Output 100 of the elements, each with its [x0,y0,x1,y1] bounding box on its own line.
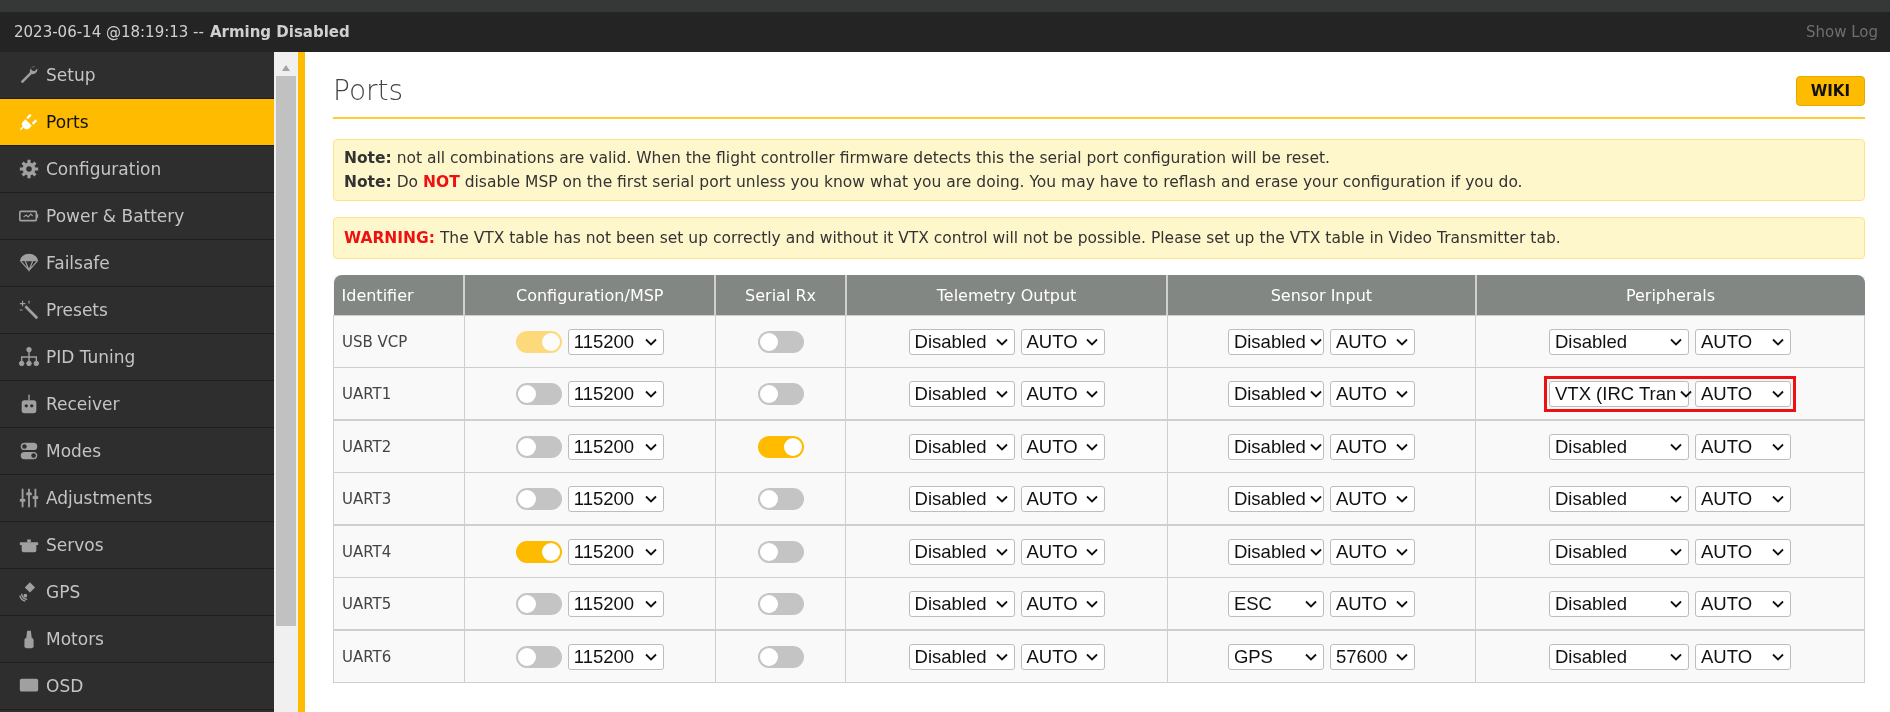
toggle-switch[interactable] [757,540,804,563]
dropdown[interactable]: AUTO [1020,643,1105,670]
toggle-switch[interactable] [515,382,562,405]
caret-icon [644,389,657,398]
dropdown[interactable]: AUTO [1020,538,1105,565]
toggle-switch[interactable] [757,435,804,458]
dropdown[interactable]: Disabled [908,485,1015,512]
scroll-up-arrow-icon[interactable] [281,64,291,72]
column-header: Serial Rx [715,275,846,316]
toggle-switch[interactable] [515,540,562,563]
nav-item[interactable]: Servos [0,522,274,569]
dropdown[interactable]: AUTO [1329,485,1415,512]
caret-icon [1085,494,1098,503]
dropdown[interactable]: AUTO [1695,380,1791,407]
dropdown[interactable]: AUTO [1329,328,1415,355]
toggle-switch[interactable] [515,435,562,458]
toggle-switch[interactable] [515,645,562,668]
caret-icon [1085,389,1098,398]
nav-item[interactable]: Ports [0,99,274,146]
caret-icon [644,494,657,503]
toggle-switch[interactable] [757,487,804,510]
caret-icon [1670,599,1682,608]
nav-item[interactable]: Modes [0,428,274,475]
warning-text: WARNING: The VTX table has not been set up correctly and without it VTX control will not be possible. Please set up the VTX table in Video Transmitter tab. [344,228,1562,248]
caret-icon [1309,547,1322,556]
dropdown[interactable]: Disabled [908,433,1015,460]
caret-icon [1085,652,1098,661]
dropdown[interactable]: 115200 [567,643,664,670]
nav-item[interactable]: PID Tuning [0,334,274,381]
toggle-switch[interactable] [757,382,804,405]
dropdown[interactable]: Disabled [908,538,1015,565]
column-header: Peripherals [1475,275,1865,316]
caret-icon [1395,389,1408,398]
dropdown[interactable]: Disabled [1227,485,1324,512]
caret-icon [644,547,657,556]
dropdown[interactable]: AUTO [1695,328,1791,355]
dropdown[interactable]: 115200 [567,433,664,460]
caret-icon [1772,494,1784,503]
parachute-icon [18,252,40,274]
toggle-switch[interactable] [515,487,562,510]
dropdown[interactable]: AUTO [1329,380,1415,407]
dropdown[interactable]: Disabled [1227,433,1324,460]
nav-item[interactable]: OSD [0,663,274,710]
caret-icon [1304,599,1317,608]
dropdown[interactable]: AUTO [1020,485,1105,512]
hierarchy-icon [18,346,40,368]
column-header: Identifier [333,275,465,316]
dropdown[interactable]: AUTO [1020,590,1105,617]
dropdown[interactable]: AUTO [1695,433,1791,460]
dropdown[interactable]: Disabled [908,643,1015,670]
caret-icon [1395,337,1408,346]
dropdown[interactable]: AUTO [1695,538,1791,565]
dropdown[interactable]: AUTO [1329,433,1415,460]
dropdown[interactable]: AUTO [1020,380,1105,407]
caret-icon [1309,389,1322,398]
dropdown[interactable]: Disabled [908,328,1015,355]
dropdown[interactable]: VTX (IRC Tran [1549,380,1689,407]
toggle-switch[interactable] [757,645,804,668]
dropdown[interactable]: AUTO [1695,485,1791,512]
dropdown[interactable]: 115200 [567,538,664,565]
dropdown[interactable]: Disabled [908,590,1015,617]
scrollbar[interactable] [274,52,298,712]
nav-item[interactable]: Configuration [0,146,274,193]
dropdown[interactable]: Disabled [1227,538,1324,565]
dropdown[interactable]: Disabled [1549,485,1689,512]
dropdown[interactable]: AUTO [1020,328,1105,355]
dropdown[interactable]: 57600 [1329,643,1415,670]
dropdown[interactable]: AUTO [1695,590,1791,617]
dropdown[interactable]: Disabled [1227,380,1324,407]
dropdown[interactable]: AUTO [1329,590,1415,617]
dropdown[interactable]: Disabled [1549,328,1689,355]
nav-item[interactable]: Failsafe [0,240,274,287]
caret-icon [995,599,1008,608]
dropdown[interactable]: AUTO [1020,433,1105,460]
column-header: Telemetry Output [845,275,1168,316]
dropdown[interactable]: Disabled [908,380,1015,407]
caret-icon [1772,337,1784,346]
caret-icon [1670,442,1682,451]
nav-item[interactable]: Receiver [0,381,274,428]
toggle-switch[interactable] [757,330,804,353]
toggle-switch[interactable] [515,592,562,615]
page-title: Ports [333,74,404,107]
caret-icon [1395,652,1408,661]
dropdown[interactable]: AUTO [1329,538,1415,565]
dropdown[interactable]: ESC [1227,590,1324,617]
dropdown[interactable]: Disabled [1549,643,1689,670]
caret-icon [1670,337,1682,346]
dropdown[interactable]: GPS [1227,643,1324,670]
dropdown[interactable]: 115200 [567,590,664,617]
dropdown[interactable]: Disabled [1549,538,1689,565]
dropdown[interactable]: 115200 [567,485,664,512]
caret-icon [1085,337,1098,346]
dropdown[interactable]: Disabled [1227,328,1324,355]
dropdown[interactable]: 115200 [567,380,664,407]
dropdown[interactable]: Disabled [1549,433,1689,460]
wiki-button[interactable]: WIKI [1795,75,1865,106]
dropdown[interactable]: AUTO [1695,643,1791,670]
caret-icon [1670,547,1682,556]
dropdown[interactable]: Disabled [1549,590,1689,617]
toggle-switch[interactable] [757,592,804,615]
